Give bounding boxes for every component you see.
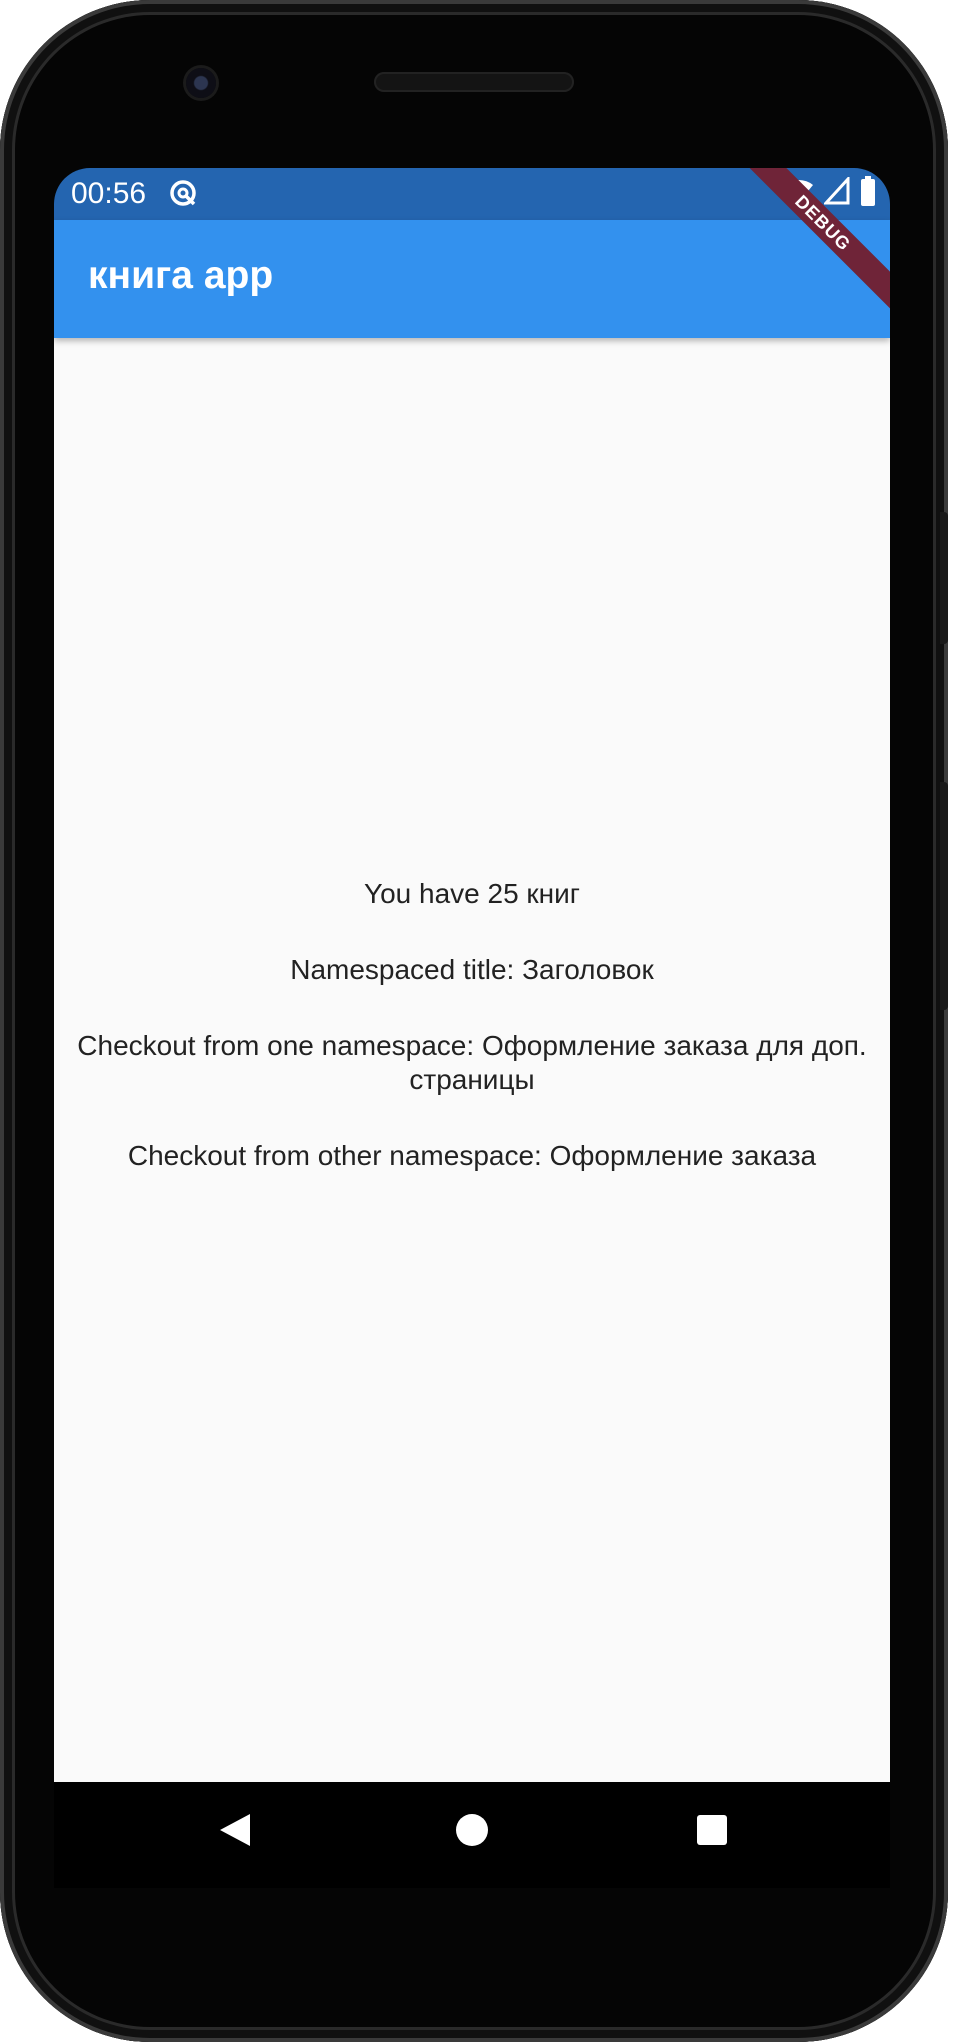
- back-button[interactable]: [202, 1800, 266, 1864]
- navigation-bar: [54, 1782, 890, 1888]
- earpiece-speaker: [374, 72, 574, 92]
- volume-button: [940, 782, 948, 1010]
- screen: 00:56 книга app DEBUG You have 25 книг N…: [54, 168, 890, 1782]
- sync-icon: [168, 178, 198, 208]
- cellular-signal-icon: [822, 174, 850, 210]
- main-content: You have 25 книг Namespaced title: Загол…: [54, 338, 890, 1782]
- app-title: книга app: [88, 254, 274, 297]
- front-camera: [186, 68, 216, 98]
- app-bar: книга app: [54, 220, 890, 338]
- home-icon: [454, 1812, 490, 1853]
- book-count-text: You have 25 книг: [363, 878, 580, 909]
- recents-icon: [695, 1813, 729, 1852]
- recents-button[interactable]: [680, 1800, 744, 1864]
- phone-frame: 00:56 книга app DEBUG You have 25 книг N…: [0, 0, 948, 2042]
- battery-icon: [860, 175, 876, 211]
- status-time: 00:56: [71, 177, 147, 210]
- back-icon: [216, 1810, 252, 1855]
- power-button: [940, 512, 948, 644]
- checkout-other-namespace-text: Checkout from other namespace: Оформлени…: [127, 1140, 817, 1171]
- checkout-one-namespace-text: Checkout from one namespace: Оформление …: [77, 1030, 867, 1095]
- namespaced-title-text: Namespaced title: Заголовок: [290, 954, 654, 985]
- home-button[interactable]: [440, 1800, 504, 1864]
- text-column: You have 25 книг Namespaced title: Загол…: [74, 877, 870, 1215]
